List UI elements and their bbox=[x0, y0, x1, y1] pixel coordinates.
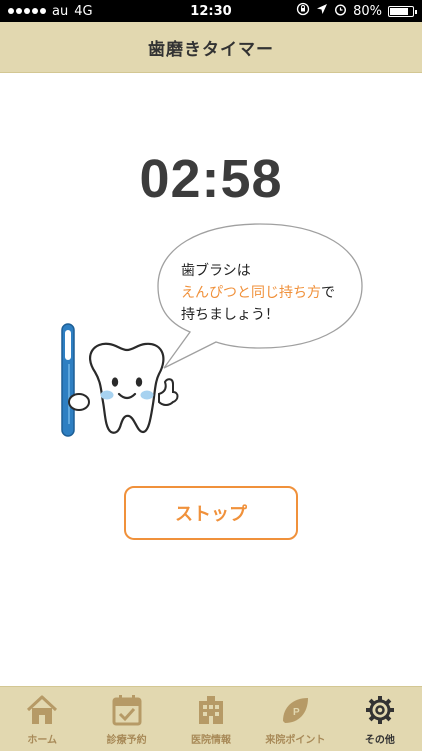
bubble-line-2-rest: で bbox=[321, 285, 335, 301]
carrier-label: au bbox=[52, 3, 69, 19]
bubble-line-2: えんぴつと同じ持ち方で bbox=[181, 282, 361, 304]
tab-label: 医院情報 bbox=[191, 735, 232, 746]
bubble-line-3: 持ちましょう！ bbox=[181, 307, 279, 323]
bubble-highlight: えんぴつと同じ持ち方 bbox=[181, 285, 321, 301]
tab-other[interactable]: その他 bbox=[338, 687, 422, 751]
tab-label: 診療予約 bbox=[106, 735, 147, 746]
location-arrow-icon bbox=[316, 3, 328, 19]
speech-bubble-text: 歯ブラシは えんぴつと同じ持ち方で 持ちましょう！ bbox=[181, 260, 361, 326]
rotation-lock-icon bbox=[296, 2, 310, 20]
network-label: 4G bbox=[74, 3, 93, 19]
tab-clinic-info[interactable]: 医院情報 bbox=[169, 687, 253, 751]
building-icon bbox=[199, 696, 224, 724]
stop-button[interactable]: ストップ bbox=[124, 486, 298, 540]
battery-percent: 80% bbox=[353, 3, 382, 19]
gear-icon bbox=[365, 696, 394, 724]
signal-strength-icon bbox=[8, 8, 46, 14]
bubble-line-1: 歯ブラシは bbox=[181, 263, 251, 279]
nav-bar: 歯磨きタイマー bbox=[0, 22, 422, 73]
alarm-icon bbox=[334, 3, 347, 20]
page-title: 歯磨きタイマー bbox=[148, 39, 274, 60]
timer-display: 02:58 bbox=[139, 149, 283, 209]
status-bar-right: 80% bbox=[296, 2, 417, 20]
status-bar-left: au 4G bbox=[8, 4, 93, 19]
tab-label: その他 bbox=[364, 735, 395, 746]
status-bar: au 4G 12:30 80% bbox=[0, 0, 422, 22]
tab-visit-points[interactable]: P 来院ポイント bbox=[253, 687, 337, 751]
tab-home[interactable]: ホーム bbox=[0, 687, 84, 751]
toothbrush-icon bbox=[61, 323, 75, 437]
tab-appointment[interactable]: 診療予約 bbox=[84, 687, 168, 751]
tab-bar: ホーム 診療予約 医院情報 P 来院ポイント その他 bbox=[0, 686, 422, 751]
battery-icon bbox=[388, 5, 417, 17]
tooth-body bbox=[89, 342, 165, 434]
svg-text:P: P bbox=[293, 707, 300, 718]
calendar-check-icon bbox=[112, 695, 142, 726]
home-icon bbox=[27, 695, 58, 724]
point-leaf-icon: P bbox=[283, 698, 309, 723]
tab-label: ホーム bbox=[27, 735, 58, 746]
tooth-mascot-illustration bbox=[61, 323, 179, 437]
tab-label: 来院ポイント bbox=[265, 735, 326, 746]
